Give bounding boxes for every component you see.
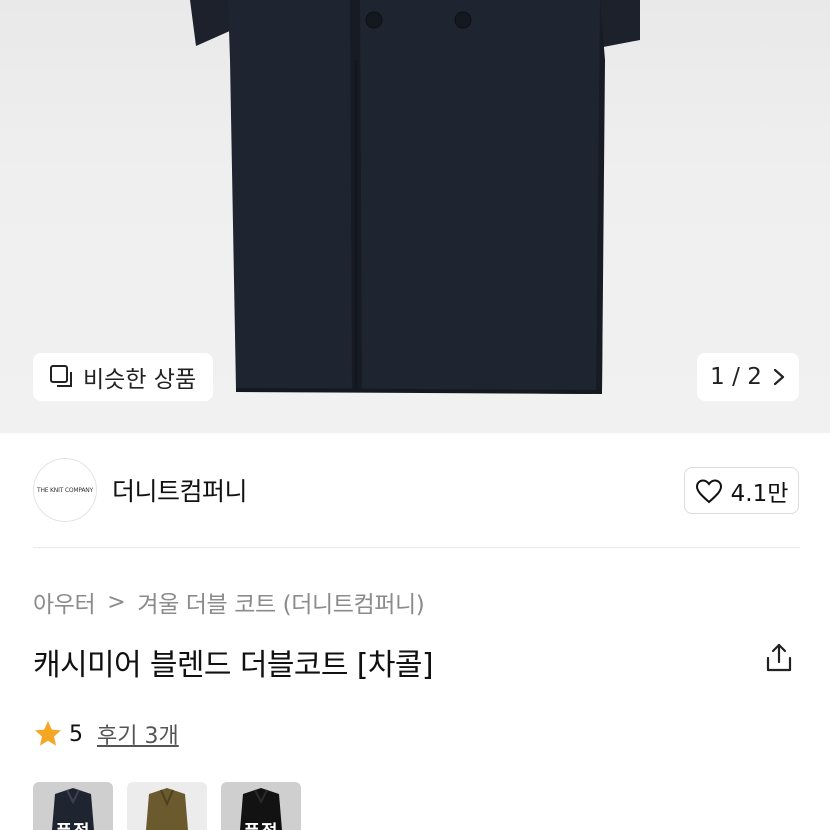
heart-outline-icon: [695, 478, 722, 503]
like-count: 4.1만: [730, 480, 789, 507]
product-title: 캐시미어 블렌드 더블코트 [차콜]: [33, 648, 434, 683]
pager-total: 2: [747, 364, 762, 390]
breadcrumb-item-category[interactable]: 겨울 더블 코트 (더니트컴퍼니): [137, 585, 424, 619]
chevron-right-icon: [773, 368, 784, 386]
share-icon[interactable]: [764, 642, 794, 674]
similar-products-label: 비슷한 상품: [83, 367, 197, 393]
rating-summary: 5 후기 3개: [33, 718, 179, 750]
variant-thumbnail-camel[interactable]: [127, 782, 207, 830]
like-button[interactable]: 4.1만: [684, 467, 799, 514]
brand-logo[interactable]: THE KNIT COMPANY: [33, 458, 97, 522]
variant-coat-image: [146, 788, 188, 830]
pager-text: 1 / 2: [710, 364, 762, 390]
breadcrumb-separator: >: [107, 589, 126, 615]
divider: [33, 547, 800, 548]
variant-thumbnail-navy[interactable]: 품절: [33, 782, 113, 830]
breadcrumb: 아우터 > 겨울 더블 코트 (더니트컴퍼니): [33, 585, 425, 619]
star-icon: [35, 721, 61, 746]
brand-name[interactable]: 더니트컴퍼니: [112, 472, 248, 508]
similar-products-button[interactable]: 비슷한 상품: [33, 353, 213, 401]
breadcrumb-item-outer[interactable]: 아우터: [33, 585, 96, 619]
variant-thumbnails: 품절 품절: [33, 782, 301, 830]
image-pager[interactable]: 1 / 2: [697, 353, 799, 401]
pager-separator: /: [732, 364, 740, 390]
sold-out-badge: 품절: [33, 818, 113, 830]
similar-items-icon: [50, 365, 72, 387]
product-image-gallery[interactable]: 비슷한 상품 1 / 2: [0, 0, 830, 433]
brand-logo-text: THE KNIT COMPANY: [36, 486, 94, 494]
pager-current: 1: [710, 364, 725, 390]
rating-score: 5: [69, 721, 83, 747]
sold-out-badge: 품절: [221, 818, 301, 830]
variant-thumbnail-black[interactable]: 품절: [221, 782, 301, 830]
reviews-link[interactable]: 후기 3개: [97, 718, 179, 750]
